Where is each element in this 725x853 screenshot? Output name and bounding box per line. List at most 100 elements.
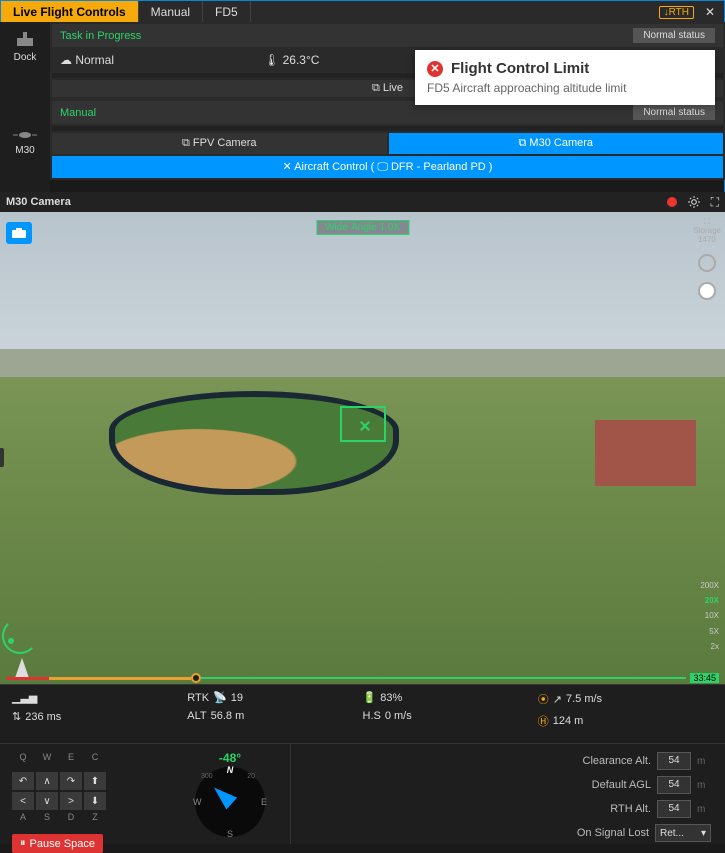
nav-dock-label: Dock (14, 52, 37, 63)
error-icon: ✕ (427, 61, 443, 77)
compass: -48° N S E W 20 300 (170, 744, 290, 844)
right-controls: ⛶Storage1470 (693, 218, 721, 300)
tab-live-flight-controls[interactable]: Live Flight Controls (1, 1, 139, 23)
chevron-down-icon: ▾ (701, 828, 706, 839)
alert-message: FD5 Aircraft approaching altitude limit (427, 81, 703, 95)
rth-alt-label: RTH Alt. (610, 803, 651, 815)
camera-icon (11, 227, 27, 239)
keypad: Q W E C ↶ ∧ ↷ ⬆ < ∨ > ⬇ A S D Z ⏸ Pause … (0, 744, 170, 844)
clearance-input[interactable]: 54 (657, 752, 691, 770)
tab-manual[interactable]: Manual (139, 1, 203, 23)
drone-icon (12, 129, 38, 141)
unit-m: m (697, 756, 711, 767)
key-rotate-right[interactable]: ↷ (60, 772, 82, 790)
compass-w: W (193, 797, 202, 807)
hspeed: H.S 0 m/s (363, 710, 538, 722)
record-button[interactable] (698, 254, 716, 272)
alt-value: ALT 56.8 m (187, 710, 362, 722)
fullscreen-icon[interactable]: ⛶ (711, 195, 719, 210)
telemetry-bar: ▁▃▅ ⇅236 ms RTK 📡 19 ALT 56.8 m 🔋83% H.S… (0, 684, 725, 744)
signal-indicator: ▁▃▅ (12, 691, 187, 704)
key-label-a: A (12, 812, 34, 830)
dock-icon (14, 30, 36, 48)
dock-status-badge: Normal status (633, 28, 715, 43)
aircraft-control-button[interactable]: ✕ Aircraft Control ( 🖵 DFR - Pearland PD… (52, 156, 723, 178)
video-title: M30 Camera (6, 196, 71, 208)
gimbal-dial-icon[interactable] (2, 618, 38, 654)
key-back[interactable]: ∨ (36, 792, 58, 810)
timeline[interactable]: 33:45 (0, 672, 725, 684)
gear-icon[interactable] (687, 195, 701, 209)
signal-icon: ▁▃▅ (12, 691, 37, 704)
unit-m2: m (697, 780, 711, 791)
video-viewport[interactable]: Wide-Angle 1.0X Zoom ⛶Storage1470 200X 2… (0, 212, 725, 684)
satellite-icon: 📡 (213, 691, 227, 704)
m30-camera-button[interactable]: ⧉ M30 Camera (389, 133, 724, 154)
agl-label: Default AGL (592, 779, 651, 791)
compass-e: E (261, 797, 267, 807)
close-icon[interactable]: ✕ (702, 5, 718, 19)
signal-lost-select[interactable]: Ret...▾ (655, 824, 711, 842)
key-right[interactable]: > (60, 792, 82, 810)
zoom-button[interactable]: Zoom (0, 448, 4, 467)
key-label-z: Z (84, 812, 106, 830)
latency: ⇅236 ms (12, 710, 187, 723)
heading-value: -48° (219, 751, 241, 765)
video-area: M30 Camera ⛶ Wide-Angle 1.0X Zoom ⛶Stora… (0, 192, 725, 684)
battery-icon: 🔋 (363, 691, 377, 704)
key-left[interactable]: < (12, 792, 34, 810)
key-label-e: E (60, 752, 82, 770)
left-nav: Dock M30 (0, 22, 50, 192)
task-label: Task in Progress (60, 30, 141, 42)
unit-m3: m (697, 804, 711, 815)
agl-input[interactable]: 54 (657, 776, 691, 794)
rth-button[interactable]: ↓RTH (659, 6, 694, 19)
compass-tick-20: 20 (247, 773, 255, 780)
alert-title: Flight Control Limit (451, 60, 589, 77)
nav-drone[interactable]: M30 (0, 121, 50, 164)
key-down[interactable]: ⬇ (84, 792, 106, 810)
dock-mode: ☁ Normal (60, 53, 114, 67)
clearance-label: Clearance Alt. (583, 755, 651, 767)
compass-n: N (227, 765, 234, 775)
gimbal-indicator (2, 618, 42, 678)
compass-tick-300: 300 (201, 773, 213, 780)
wide-angle-badge[interactable]: Wide-Angle 1.0X (316, 220, 409, 235)
alert-toast: ✕ Flight Control Limit FD5 Aircraft appro… (415, 50, 715, 105)
timeline-marker[interactable] (191, 673, 201, 683)
camera-mode-button[interactable] (6, 222, 32, 244)
drone-status-badge: Normal status (633, 105, 715, 120)
key-label-s: S (36, 812, 58, 830)
zoom-scale[interactable]: 200X 20X 10X 5X 2x (700, 578, 719, 654)
drone-mode-label: Manual (60, 107, 96, 119)
fpv-camera-button[interactable]: ⧉ FPV Camera (52, 133, 387, 154)
bottom-controls: Q W E C ↶ ∧ ↷ ⬆ < ∨ > ⬇ A S D Z ⏸ Pause … (0, 744, 725, 844)
home-icon: Ⓗ (538, 713, 549, 729)
target-reticle (340, 406, 386, 442)
key-label-c: C (84, 752, 106, 770)
topbar: Live Flight Controls Manual FD5 ↓RTH ✕ (1, 1, 724, 23)
compass-s: S (227, 829, 233, 839)
key-rotate-left[interactable]: ↶ (12, 772, 34, 790)
key-forward[interactable]: ∧ (36, 772, 58, 790)
rth-input[interactable]: 54 (657, 800, 691, 818)
nav-dock[interactable]: Dock (0, 22, 50, 71)
battery: 🔋83% (363, 691, 538, 704)
timeline-time: 33:45 (690, 673, 719, 683)
building (595, 420, 697, 486)
tilt-icon: ⦿ (538, 691, 549, 707)
key-up[interactable]: ⬆ (84, 772, 106, 790)
key-label-q: Q (12, 752, 34, 770)
compass-dial[interactable]: N S E W 20 300 (195, 767, 265, 837)
dock-temp: 🌡 26.3°C (264, 53, 319, 67)
tab-fd5[interactable]: FD5 (203, 1, 251, 23)
latency-icon: ⇅ (12, 710, 21, 723)
signal-lost-label: On Signal Lost (577, 827, 649, 839)
drone-progress (52, 126, 723, 131)
shutter-button[interactable] (698, 282, 716, 300)
nav-drone-label: M30 (15, 145, 34, 156)
record-icon[interactable] (667, 197, 677, 207)
flight-settings: Clearance Alt. 54 m Default AGL 54 m RTH… (290, 744, 725, 844)
tilt-speed: ⦿ ↗ 7.5 m/s (538, 691, 713, 707)
storage-indicator: ⛶Storage1470 (693, 218, 721, 244)
